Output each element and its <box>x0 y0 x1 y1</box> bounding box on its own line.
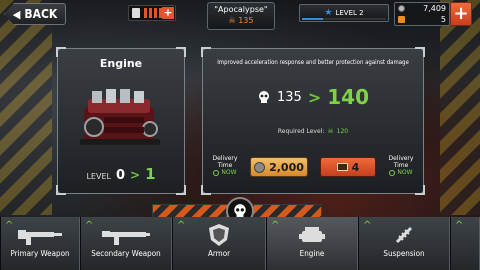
coin-balance: 7,409 <box>423 4 446 13</box>
skull-icon: ☠ <box>327 127 334 135</box>
part-level: LEVEL 0 > 1 <box>58 165 184 183</box>
skull-icon <box>259 91 269 103</box>
fuel-pump-icon <box>132 8 140 18</box>
gold-icon <box>398 16 405 23</box>
tab-label: Secondary Weapon <box>91 249 161 258</box>
category-tabbar: ^ Primary Weapon ^ Secondary Weapon ^ Ar… <box>0 217 480 270</box>
arrow-right-icon: > <box>307 87 322 107</box>
fuel-bar <box>144 8 147 18</box>
gold-icon <box>336 163 348 171</box>
chevron-up-icon: ^ <box>363 220 372 231</box>
skull-icon: ☠ <box>228 16 236 25</box>
delivery-label: Delivery Time <box>388 155 414 169</box>
part-panel: Engine LEVEL 0 > 1 <box>56 47 186 195</box>
xp-bar-fill <box>302 18 323 20</box>
panel-corner <box>176 47 186 57</box>
spring-icon <box>395 226 413 244</box>
chevron-up-icon: ^ <box>177 220 186 231</box>
level-label: LEVEL <box>86 172 111 181</box>
power-stat: 135 > 140 <box>203 85 423 109</box>
panel-corner <box>201 185 211 195</box>
part-title: Engine <box>99 57 143 70</box>
panel-corner <box>176 185 186 195</box>
tab-label: Armor <box>207 249 231 258</box>
rifle-icon <box>18 230 62 245</box>
tab-label: Primary Weapon <box>10 249 70 258</box>
price-gold: 4 <box>351 160 360 174</box>
xp-bar <box>302 18 386 20</box>
car-name: "Apocalypse" <box>214 5 268 14</box>
armor-icon <box>209 224 229 246</box>
tab-secondary-weapon[interactable]: ^ Secondary Weapon <box>80 217 172 270</box>
buy-currency-button[interactable]: + <box>450 2 472 26</box>
hazard-stripes-right <box>440 0 480 215</box>
chevron-up-icon: ^ <box>271 220 280 231</box>
buy-with-gold-button[interactable]: 4 <box>320 157 376 177</box>
tab-armor[interactable]: ^ Armor <box>172 217 266 270</box>
chevron-left-icon: ◀ <box>12 7 21 21</box>
car-power-value: 135 <box>238 16 254 25</box>
tab-label: Suspension <box>383 249 425 258</box>
gold-balance: 5 <box>440 15 446 24</box>
delivery-value: NOW <box>381 169 421 176</box>
level-label: LEVEL 2 <box>335 9 364 17</box>
delivery-now: NOW <box>397 169 413 176</box>
player-level: ★ LEVEL 2 <box>299 4 389 22</box>
star-icon: ★ <box>324 8 333 18</box>
engine-icon <box>299 227 325 242</box>
fuel-bar <box>154 8 157 18</box>
clock-icon <box>213 169 220 176</box>
chevron-up-icon: ^ <box>455 220 464 231</box>
coin-icon <box>254 161 266 173</box>
chevron-up-icon: ^ <box>5 220 14 231</box>
level-from: 0 <box>115 168 126 183</box>
upgrade-description: Improved acceleration response and bette… <box>217 59 409 66</box>
delivery-time-coins: Delivery Time NOW <box>205 155 245 176</box>
panel-corner <box>201 47 211 57</box>
gun-icon <box>102 231 150 245</box>
panel-corner <box>415 47 425 57</box>
delivery-now: NOW <box>221 169 237 176</box>
hazard-stripes-left <box>0 0 52 215</box>
required-value: 120 <box>336 127 349 135</box>
car-power: ☠ 135 <box>208 16 274 25</box>
tab-suspension[interactable]: ^ Suspension <box>358 217 450 270</box>
tab-primary-weapon[interactable]: ^ Primary Weapon <box>0 217 80 270</box>
delivery-label: Delivery Time <box>212 155 238 169</box>
currency-panel: 7,409 5 <box>394 2 450 26</box>
fuel-bar <box>149 8 152 18</box>
panel-corner <box>415 185 425 195</box>
back-button[interactable]: ◀ BACK <box>4 3 66 25</box>
tab-more[interactable]: ^ <box>450 217 480 270</box>
price-coins: 2,000 <box>269 160 304 174</box>
tab-label: Engine <box>299 249 325 258</box>
back-label: BACK <box>24 7 58 21</box>
panel-corner <box>56 185 66 195</box>
buy-with-coins-button[interactable]: 2,000 <box>250 157 308 177</box>
required-level: Required Level: ☠ 120 <box>203 127 423 135</box>
tab-engine[interactable]: ^ Engine <box>266 217 358 270</box>
add-fuel-icon[interactable]: + <box>162 7 174 19</box>
arrow-right-icon: > <box>130 168 141 182</box>
power-from: 135 <box>277 89 302 105</box>
power-to: 140 <box>327 85 369 109</box>
delivery-value: NOW <box>205 169 245 176</box>
car-title: "Apocalypse" ☠ 135 <box>207 2 275 30</box>
fuel-gauge[interactable]: + <box>128 5 176 21</box>
level-to: 1 <box>145 165 156 183</box>
panel-corner <box>56 47 66 57</box>
coin-icon <box>398 5 405 12</box>
required-label: Required Level: <box>277 127 325 135</box>
chevron-up-icon: ^ <box>85 220 94 231</box>
upgrade-panel: Improved acceleration response and bette… <box>201 47 425 195</box>
clock-icon <box>389 169 396 176</box>
engine-image <box>80 89 160 145</box>
delivery-time-gold: Delivery Time NOW <box>381 155 421 176</box>
